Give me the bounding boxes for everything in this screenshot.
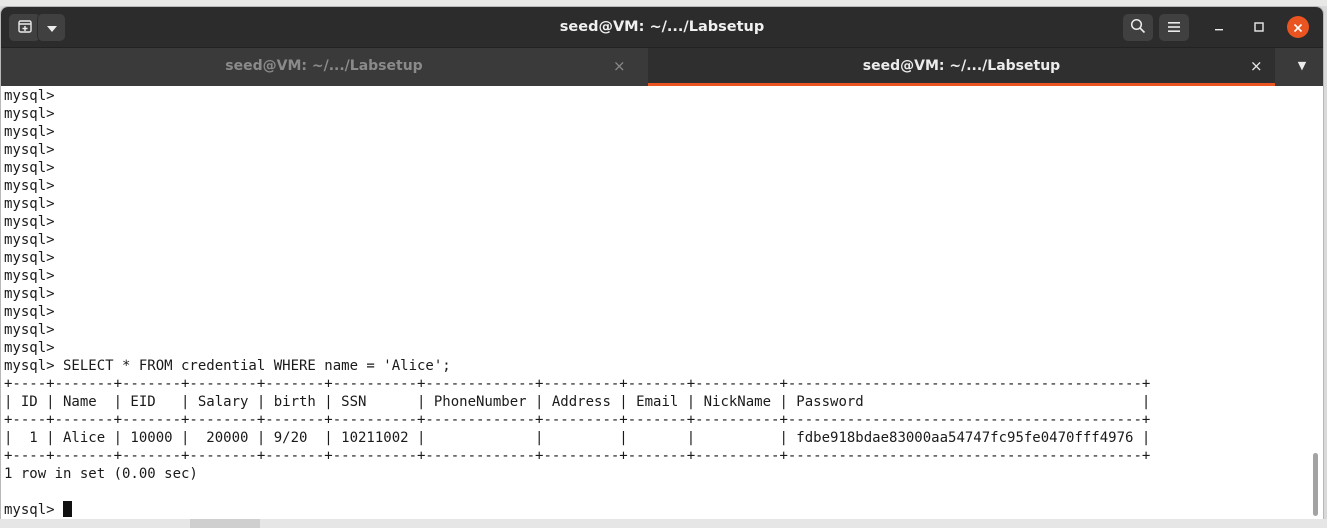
tab-2[interactable]: seed@VM: ~/.../Labsetup × xyxy=(648,48,1275,86)
terminal-line: mysql> xyxy=(4,160,55,176)
terminal-line: | ID | Name | EID | Salary | birth | SSN… xyxy=(4,394,1151,410)
tab-label: seed@VM: ~/.../Labsetup xyxy=(862,58,1061,74)
terminal-line: mysql> xyxy=(4,178,55,194)
terminal-scrollbar[interactable] xyxy=(1310,88,1320,518)
tab-1[interactable]: seed@VM: ~/.../Labsetup × xyxy=(1,48,647,86)
terminal-line: +----+-------+-------+--------+-------+-… xyxy=(4,412,1151,428)
terminal-line: mysql> xyxy=(4,322,55,338)
minimize-icon xyxy=(1213,18,1225,37)
terminal-line: mysql> xyxy=(4,304,55,320)
maximize-button[interactable] xyxy=(1245,14,1273,41)
terminal-prompt: mysql> xyxy=(4,502,64,518)
minimize-button[interactable] xyxy=(1205,14,1233,41)
terminal-line: mysql> xyxy=(4,286,55,302)
new-tab-icon xyxy=(17,18,33,38)
terminal-output: mysql> mysql> mysql> mysql> mysql> mysql> mysq… xyxy=(4,87,1303,519)
tab-close-icon[interactable]: × xyxy=(613,48,626,84)
terminal-line: mysql> xyxy=(4,250,55,266)
new-tab-button[interactable] xyxy=(9,14,40,41)
tab-label: seed@VM: ~/.../Labsetup xyxy=(225,58,423,74)
chevron-down-icon: ▼ xyxy=(1297,59,1307,72)
menu-button[interactable] xyxy=(1159,14,1189,41)
terminal-line: mysql> xyxy=(4,106,55,122)
terminal-area[interactable]: mysql> mysql> mysql> mysql> mysql> mysql> mysq… xyxy=(1,86,1323,520)
chevron-down-icon xyxy=(46,18,58,37)
terminal-line: +----+-------+-------+--------+-------+-… xyxy=(4,448,1151,464)
terminal-line: mysql> SELECT * FROM credential WHERE na… xyxy=(4,358,451,374)
tab-close-icon[interactable]: × xyxy=(1250,48,1263,84)
header-bar: seed@VM: ~/.../Labsetup xyxy=(1,7,1323,47)
search-icon xyxy=(1130,18,1146,38)
background-window-edge xyxy=(0,519,1327,528)
terminal-line: mysql> xyxy=(4,142,55,158)
terminal-line: mysql> xyxy=(4,124,55,140)
maximize-icon xyxy=(1253,18,1265,37)
terminal-line: mysql> xyxy=(4,88,55,104)
tab-bar: seed@VM: ~/.../Labsetup × seed@VM: ~/...… xyxy=(1,47,1323,86)
terminal-window: seed@VM: ~/.../Labsetup seed@VM: ~/.../L… xyxy=(0,6,1324,521)
terminal-line: mysql> xyxy=(4,232,55,248)
new-tab-menu-button[interactable] xyxy=(37,14,65,41)
hamburger-menu-icon xyxy=(1167,18,1181,37)
scrollbar-thumb[interactable] xyxy=(1313,453,1318,516)
terminal-line: mysql> xyxy=(4,214,55,230)
terminal-line: mysql> xyxy=(4,340,55,356)
terminal-line: | 1 | Alice | 10000 | 20000 | 9/20 | 102… xyxy=(4,430,1151,446)
terminal-prompt-line[interactable]: mysql> xyxy=(4,501,1303,519)
search-button[interactable] xyxy=(1123,14,1153,41)
close-button[interactable] xyxy=(1287,16,1309,38)
text-cursor xyxy=(63,501,73,517)
terminal-line: mysql> xyxy=(4,268,55,284)
terminal-line: +----+-------+-------+--------+-------+-… xyxy=(4,376,1151,392)
terminal-line: mysql> xyxy=(4,196,55,212)
tab-list-button[interactable]: ▼ xyxy=(1287,48,1317,86)
terminal-line: 1 row in set (0.00 sec) xyxy=(4,466,198,482)
close-icon xyxy=(1293,18,1303,37)
background-window-edge xyxy=(190,519,260,528)
